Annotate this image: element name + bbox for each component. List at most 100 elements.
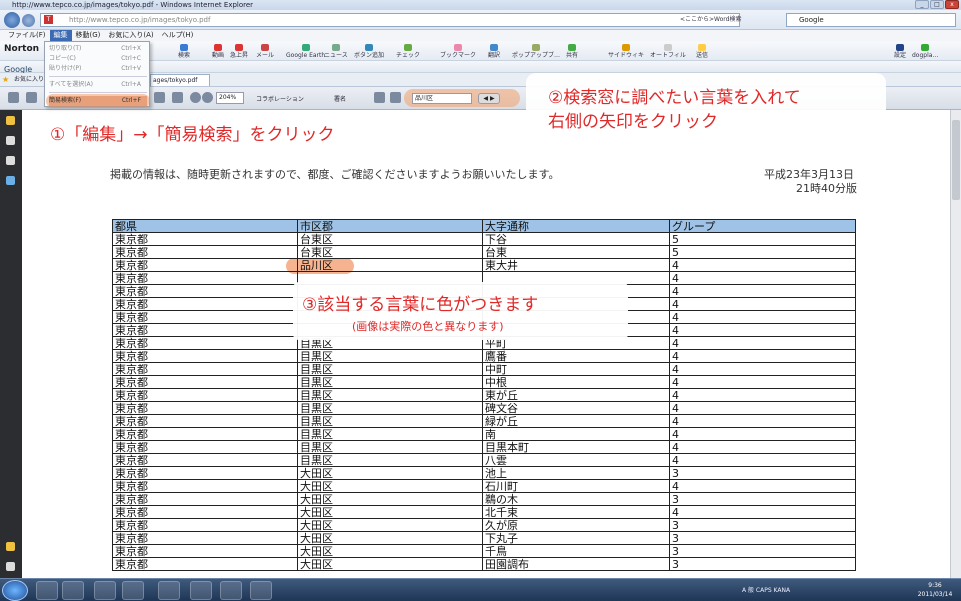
- table-cell: 3: [669, 531, 856, 545]
- toolbar-button[interactable]: オートフィル: [650, 44, 686, 60]
- toolbar-button[interactable]: メール: [256, 44, 274, 60]
- attachment-icon[interactable]: [6, 562, 15, 571]
- start-button[interactable]: [2, 580, 28, 601]
- zoom-tool-icon[interactable]: [172, 92, 183, 103]
- tepco-favicon-icon: T: [44, 15, 53, 24]
- back-button[interactable]: [4, 12, 20, 28]
- fit-page-icon[interactable]: [374, 92, 385, 103]
- search-input[interactable]: Google: [786, 13, 956, 27]
- zoom-out-icon[interactable]: [190, 92, 201, 103]
- table-cell: 東京都: [112, 362, 298, 376]
- menu-item-quick-find[interactable]: 簡易検索(F) Ctrl+F: [46, 94, 150, 108]
- toolbar-button[interactable]: 急上昇: [230, 44, 248, 60]
- toolbar-label: オートフィル: [650, 52, 686, 59]
- menu-item-copy[interactable]: コピー(C) Ctrl+C: [49, 54, 147, 64]
- toolbar-button[interactable]: ニュース: [324, 44, 348, 60]
- menu-help[interactable]: ヘルプ(H): [158, 30, 198, 41]
- sign-button[interactable]: 署名: [334, 94, 346, 103]
- url-input[interactable]: http://www.tepco.co.jp/images/tokyo.pdf: [40, 13, 740, 27]
- table-row: 東京都 目黒区 目黒本町 4: [112, 440, 856, 454]
- clock-time: 9:36: [928, 582, 942, 589]
- publish-time: 21時40分版: [796, 182, 857, 195]
- toolbar-button[interactable]: ポップアップブ…: [512, 44, 560, 60]
- close-button[interactable]: x: [945, 0, 959, 9]
- toolbar-button[interactable]: ボタン追加: [354, 44, 384, 60]
- toolbar-label: ニュース: [324, 52, 348, 59]
- print-icon[interactable]: [8, 92, 19, 103]
- table-cell: 目黒区: [297, 440, 483, 454]
- toolbar-button[interactable]: サイドウィキ: [608, 44, 644, 60]
- favorites-star-icon[interactable]: ★: [2, 75, 9, 84]
- vertical-scrollbar[interactable]: [950, 110, 961, 578]
- minimize-button[interactable]: _: [915, 0, 929, 9]
- table-row: 東京都 目黒区 碑文谷 4: [112, 401, 856, 415]
- norton-logo: Norton: [4, 44, 40, 54]
- toolbar-button[interactable]: チェック: [396, 44, 420, 60]
- toolbar-button[interactable]: 動画: [212, 44, 224, 60]
- menu-item-select-all[interactable]: すべてを選択(A) Ctrl+A: [49, 80, 147, 90]
- taskbar-explorer-icon[interactable]: [36, 581, 58, 600]
- menu-favorites[interactable]: お気に入り(A): [104, 30, 157, 41]
- scrollbar-thumb[interactable]: [952, 120, 960, 200]
- taskbar-ie-icon[interactable]: [94, 581, 116, 600]
- taskbar-app-icon[interactable]: [220, 581, 242, 600]
- tab-current[interactable]: ages/tokyo.pdf: [150, 74, 210, 86]
- signature-icon[interactable]: [6, 156, 15, 165]
- comment-icon[interactable]: [6, 542, 15, 551]
- toolbar-button[interactable]: ブックマーク: [440, 44, 476, 60]
- window-title: http://www.tepco.co.jp/images/tokyo.pdf …: [12, 1, 254, 9]
- menu-edit[interactable]: 編集: [49, 30, 72, 41]
- collaboration-button[interactable]: コラボレーション: [256, 94, 304, 103]
- toolbar-icon: [622, 44, 630, 51]
- taskbar-app-icon[interactable]: [122, 581, 144, 600]
- instruction-step-2-line1: ②検索窓に調べたい言葉を入れて: [548, 88, 801, 108]
- table-cell: 3: [669, 466, 856, 480]
- favorites-label[interactable]: お気に入り: [14, 74, 44, 86]
- toolbar-icon: [896, 44, 904, 51]
- taskbar-app-icon[interactable]: [250, 581, 272, 600]
- find-next-arrows[interactable]: ◀ ▶: [478, 93, 500, 104]
- zoom-level-select[interactable]: 204%: [216, 92, 244, 104]
- lock-icon[interactable]: [6, 116, 15, 125]
- table-cell: 東京都: [112, 531, 298, 545]
- toolbar-button[interactable]: Google Earth: [286, 44, 325, 60]
- toolbar-button[interactable]: dogpla…: [912, 44, 938, 60]
- menu-item-cut[interactable]: 切り取り(T) Ctrl+X: [49, 44, 147, 54]
- table-header-cell: 都県: [112, 219, 298, 233]
- fit-width-icon[interactable]: [390, 92, 401, 103]
- table-cell: 台東区: [297, 232, 483, 246]
- update-notice: 掲載の情報は、随時更新されますので、都度、ご確認くださいますようお願いいたします…: [110, 168, 560, 181]
- toolbar-label: ボタン追加: [354, 52, 385, 59]
- toolbar-button[interactable]: 翻訳: [488, 44, 500, 60]
- maximize-button[interactable]: □: [930, 0, 944, 9]
- menu-file[interactable]: ファイル(F): [4, 30, 50, 41]
- table-cell: 4: [669, 427, 856, 441]
- zoom-in-icon[interactable]: [202, 92, 213, 103]
- menu-bar: ファイル(F) 編集 移動(G) お気に入り(A) ヘルプ(H): [0, 30, 961, 41]
- taskbar-app-icon[interactable]: [190, 581, 212, 600]
- toolbar-icon: [180, 44, 188, 51]
- menu-go[interactable]: 移動(G): [72, 30, 105, 41]
- find-input[interactable]: 品川区: [412, 93, 472, 104]
- toolbar-button[interactable]: 送信: [696, 44, 708, 60]
- taskbar-app-icon[interactable]: [158, 581, 180, 600]
- table-cell: 4: [669, 349, 856, 363]
- table-cell: 田園調布: [482, 557, 670, 571]
- instruction-step-3-line1: ③該当する言葉に色がつきます: [302, 295, 539, 315]
- address-bar: http://www.tepco.co.jp/images/tokyo.pdf …: [0, 10, 961, 30]
- taskbar-media-icon[interactable]: [62, 581, 84, 600]
- toolbar-icon: [698, 44, 706, 51]
- layers-icon[interactable]: [6, 176, 15, 185]
- toolbar-button[interactable]: 検索: [178, 44, 190, 60]
- page-thumbnail-icon[interactable]: [6, 136, 15, 145]
- toolbar-icon: [568, 44, 576, 51]
- table-cell: 3: [669, 518, 856, 532]
- toolbar-button[interactable]: 設定: [894, 44, 906, 60]
- table-cell: 千鳥: [482, 544, 670, 558]
- table-cell: 東京都: [112, 375, 298, 389]
- forward-button[interactable]: [22, 14, 35, 27]
- hand-tool-icon[interactable]: [154, 92, 165, 103]
- toolbar-button[interactable]: 共有: [566, 44, 578, 60]
- save-icon[interactable]: [26, 92, 37, 103]
- menu-item-paste[interactable]: 貼り付け(P) Ctrl+V: [49, 64, 147, 74]
